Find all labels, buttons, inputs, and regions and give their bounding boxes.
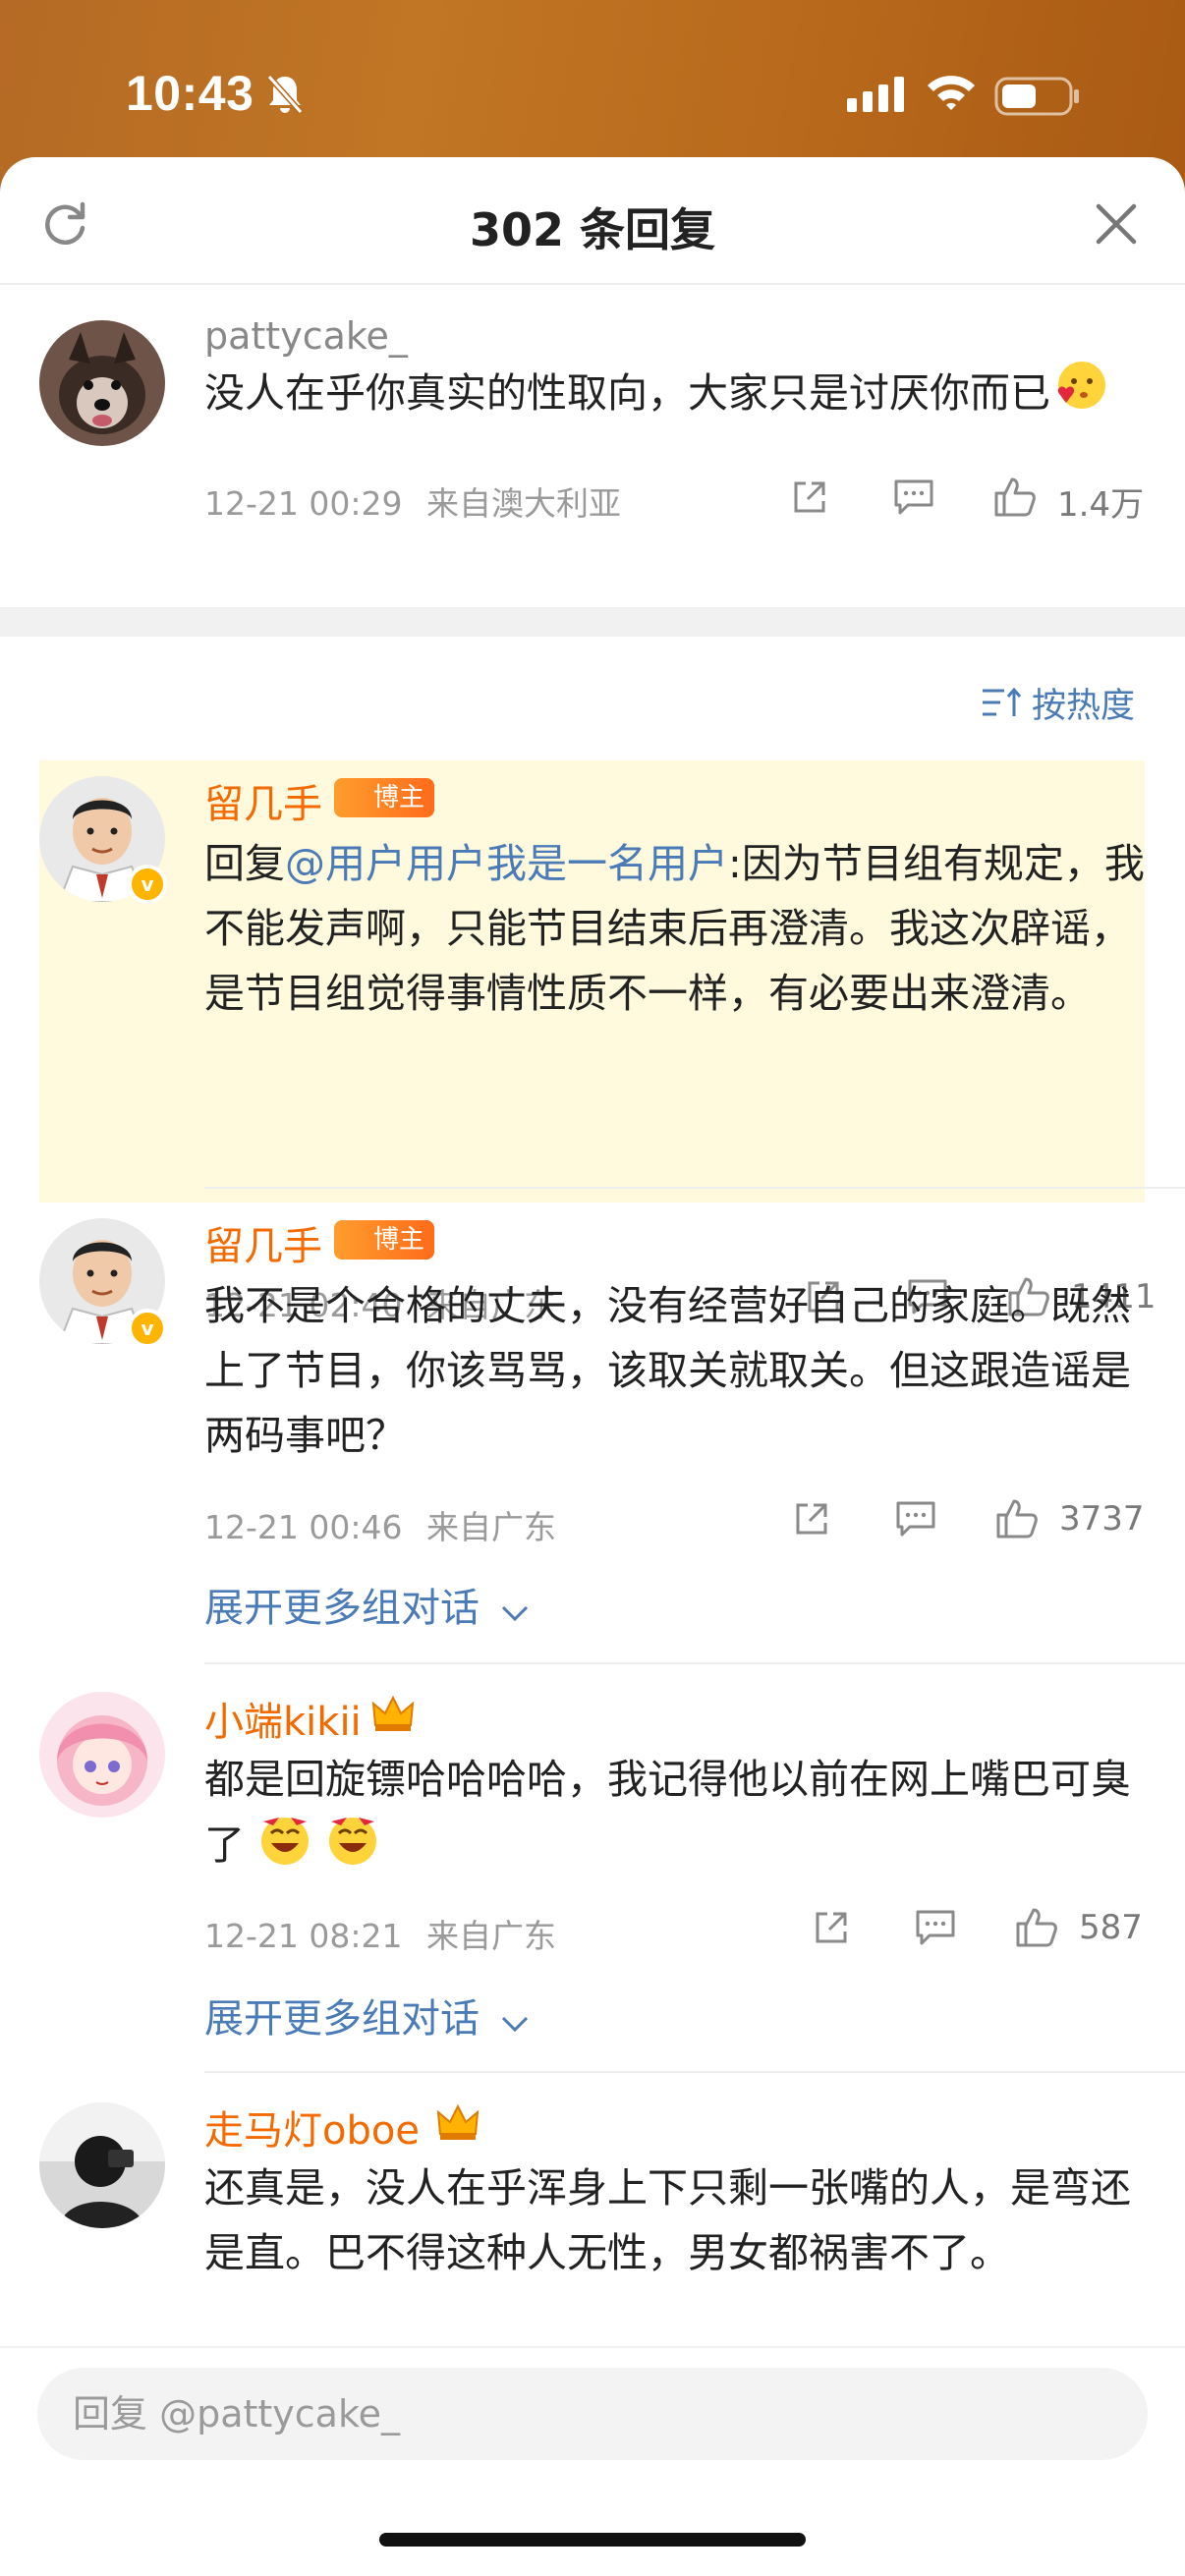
comment-username[interactable]: pattycake_ (204, 314, 408, 358)
sort-label: 按热度 (1032, 687, 1136, 726)
sort-button[interactable]: 按热度 (981, 678, 1135, 729)
crown-icon (371, 1694, 415, 1737)
expand-conversation-link[interactable]: 展开更多组对话 (204, 1987, 530, 2044)
kiss-heart-emoji-icon (1050, 358, 1109, 433)
close-icon[interactable] (1093, 200, 1140, 248)
crown-icon (436, 2102, 480, 2146)
mention-link[interactable]: @用户用户我是一名用户 (285, 840, 728, 887)
chevron-down-icon (500, 1998, 530, 2044)
comment-icon[interactable] (914, 1908, 957, 1951)
sheet-header: 302 条回复 (0, 157, 1185, 285)
verified-badge-icon: v (128, 1309, 167, 1348)
comment-meta: 12-21 00:46 来自广东 (204, 1501, 556, 1548)
verified-badge-icon: v (128, 865, 167, 904)
comment-text: 没人在乎你真实的性取向，大家只是讨厌你而已 (204, 358, 1148, 433)
signal-icon (847, 77, 908, 116)
grin-emoji-icon (325, 1812, 380, 1885)
like-count: 3737 (1059, 1499, 1145, 1539)
reply-input[interactable] (37, 2368, 1148, 2460)
divider (204, 2071, 1185, 2073)
comment-username[interactable]: 小端kikii (204, 1690, 362, 1747)
comment-location: 来自澳大利亚 (425, 484, 621, 523)
like-count: 587 (1079, 1908, 1143, 1947)
divider (204, 1662, 1185, 1664)
share-icon[interactable] (812, 1908, 851, 1951)
status-bar: 10:43 (0, 0, 1185, 157)
chevron-down-icon (500, 1588, 530, 1633)
sheet-title: 302 条回复 (469, 203, 716, 256)
wifi-icon (926, 73, 977, 116)
comment-meta: 12-21 08:21 来自广东 (204, 1910, 556, 1957)
bell-slash-icon (265, 73, 305, 120)
section-divider (0, 607, 1185, 637)
comment-username[interactable]: 留几手 (204, 772, 322, 829)
expand-label: 展开更多组对话 (204, 1996, 480, 2042)
like-icon[interactable] (1014, 1906, 1059, 1953)
avatar[interactable] (39, 320, 165, 446)
comment-username[interactable]: 留几手 (204, 1214, 322, 1271)
comment-text: 都是回旋镖哈哈哈哈，我记得他以前在网上嘴巴可臭了 (204, 1747, 1148, 1885)
comment-time: 12-21 00:29 (204, 484, 403, 523)
root-comment: pattycake_ 没人在乎你真实的性取向，大家只是讨厌你而已 12-21 0… (0, 285, 1185, 609)
comment-body: 没人在乎你真实的性取向，大家只是讨厌你而已 (204, 369, 1050, 417)
like-icon[interactable] (994, 1497, 1040, 1544)
comment-text: 回复@用户用户我是一名用户:因为节目组有规定，我不能发声啊，只能节目结束后再澄清… (204, 831, 1148, 1026)
expand-conversation-link[interactable]: 展开更多组对话 (204, 1576, 530, 1633)
comment-icon[interactable] (894, 1499, 937, 1542)
expand-label: 展开更多组对话 (204, 1586, 480, 1631)
share-icon[interactable] (792, 1499, 831, 1542)
comment-icon[interactable] (892, 477, 935, 521)
share-icon[interactable] (790, 477, 829, 521)
comment-text: 还真是，没人在乎浑身上下只剩一张嘴的人，是弯还是直。巴不得这种人无性，男女都祸害… (204, 2164, 1131, 2276)
blogger-badge: 博主 (334, 778, 435, 817)
grin-emoji-icon (257, 1812, 312, 1885)
status-time: 10:43 (126, 66, 254, 121)
like-icon[interactable] (992, 476, 1038, 523)
battery-icon (994, 77, 1081, 120)
home-indicator (379, 2533, 806, 2547)
avatar[interactable] (39, 1692, 165, 1818)
comment-location: 来自广东 (425, 1917, 556, 1955)
comment-text: 我不是个合格的丈夫，没有经营好自己的家庭。既然上了节目，你该骂骂，该取关就取关。… (204, 1282, 1131, 1459)
comment-time: 12-21 08:21 (204, 1917, 403, 1955)
comment-location: 来自广东 (425, 1508, 556, 1546)
reply-prefix: 回复 (204, 840, 285, 887)
like-count: 1.4万 (1057, 485, 1145, 525)
sort-icon (981, 687, 1022, 729)
comment-username[interactable]: 走马灯oboe (204, 2099, 420, 2156)
divider (204, 1187, 1185, 1189)
blogger-badge: 博主 (334, 1220, 435, 1260)
avatar[interactable] (39, 2102, 165, 2228)
comment-time: 12-21 00:46 (204, 1508, 403, 1546)
comment-meta: 12-21 00:29 来自澳大利亚 (204, 477, 621, 525)
replies-sheet: 302 条回复 pattycake_ 没人在乎你真实的性取向，大家只是讨厌你而已… (0, 157, 1185, 2576)
